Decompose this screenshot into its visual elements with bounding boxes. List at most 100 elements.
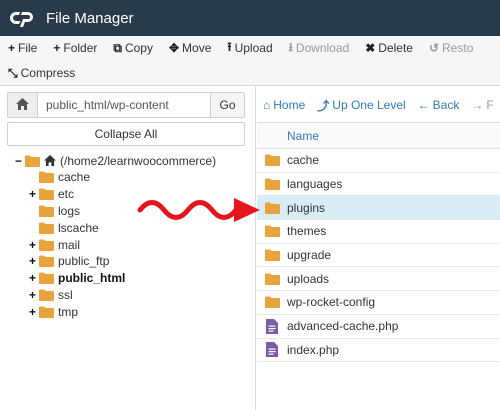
tree-item-ssl[interactable]: + ssl xyxy=(28,286,73,303)
tree-item-home2-learnwoocommerce[interactable]: − (/home2/learnwoocommerce) xyxy=(14,152,216,169)
back-nav-button[interactable]: ← Back xyxy=(412,98,466,112)
tree-item-label: mail xyxy=(58,237,81,252)
file-name: uploads xyxy=(287,271,330,286)
table-row[interactable]: languages xyxy=(257,173,500,197)
file-table: Name cache languages plugins themes upgrade u… xyxy=(257,122,500,363)
collapse-toggle-icon[interactable]: − xyxy=(14,154,23,168)
table-row[interactable]: index.php xyxy=(257,339,500,363)
tree-item-lscache[interactable]: lscache xyxy=(28,219,99,236)
app-title: File Manager xyxy=(46,9,134,27)
table-row[interactable]: plugins xyxy=(257,196,500,221)
path-bar: Go xyxy=(7,92,245,118)
up-level-icon: ⤴ xyxy=(317,98,330,113)
file-name: languages xyxy=(287,177,343,192)
home-path-button[interactable] xyxy=(8,93,38,117)
home-icon xyxy=(44,155,56,166)
plus-icon: + xyxy=(8,41,16,55)
expand-toggle-icon[interactable]: + xyxy=(28,271,37,285)
folder-icon xyxy=(257,154,287,167)
restore-icon: ↺ xyxy=(428,41,440,55)
tree-item-label: lscache xyxy=(58,220,99,235)
f-nav-button[interactable]: → F xyxy=(465,98,499,112)
folder-button[interactable]: + Folder xyxy=(45,36,105,60)
toolbar-row: + File + Folder ⧉ Copy ✥ Move ⭱ Upload ⭳ Download ✖ D… xyxy=(0,36,481,60)
move-icon: ✥ xyxy=(168,41,180,55)
toolbar-button-label: Resto xyxy=(442,41,474,55)
tree-item-label: logs xyxy=(58,203,81,218)
folder-icon xyxy=(39,255,54,268)
upload-icon: ⭱ xyxy=(227,39,232,54)
nav-button-label: Back xyxy=(432,98,460,112)
up-one-level-nav-button[interactable]: ⤴ Up One Level xyxy=(311,97,411,114)
folder-icon xyxy=(39,239,54,251)
table-row[interactable]: wp-rocket-config xyxy=(257,291,500,315)
tree-item-public_ftp[interactable]: + public_ftp xyxy=(28,253,109,270)
forward-icon: → xyxy=(471,98,484,112)
nav-button-label: Home xyxy=(273,98,306,112)
toolbar-button-label: File xyxy=(18,41,38,55)
expand-toggle-icon[interactable]: + xyxy=(28,305,37,319)
nav-button-label: Up One Level xyxy=(332,98,406,112)
folder-icon xyxy=(39,222,54,234)
move-button[interactable]: ✥ Move xyxy=(161,36,219,60)
copy-icon: ⧉ xyxy=(113,40,122,55)
file-name: index.php xyxy=(287,342,340,357)
expand-toggle-icon[interactable]: + xyxy=(28,254,37,268)
tree-item-tmp[interactable]: + tmp xyxy=(28,303,78,320)
home-nav-button[interactable]: ⌂ Home xyxy=(257,98,311,112)
name-column-header[interactable]: Name xyxy=(257,123,500,149)
cpanel-logo-icon xyxy=(10,7,38,29)
go-button[interactable]: Go xyxy=(210,93,244,117)
nav-button-label: F xyxy=(486,98,494,112)
download-icon: ⭳ xyxy=(288,39,293,54)
tree-item-label: (/home2/learnwoocommerce) xyxy=(60,153,217,168)
compress-icon: ⤡ xyxy=(8,65,18,80)
upload-button[interactable]: ⭱ Upload xyxy=(219,36,280,60)
table-row[interactable]: advanced-cache.php xyxy=(257,315,500,339)
file-name: upgrade xyxy=(287,248,332,263)
tree-item-label: tmp xyxy=(58,304,79,319)
file-button[interactable]: + File xyxy=(0,36,45,60)
toolbar-button-label: Compress xyxy=(20,66,76,80)
navigation-bar: ⌂ Home ⤴ Up One Level ← Back → F xyxy=(257,90,500,120)
path-input[interactable] xyxy=(38,93,210,117)
table-row[interactable]: cache xyxy=(257,149,500,173)
folder-icon xyxy=(39,188,54,201)
toolbar-button-label: Upload xyxy=(234,41,273,55)
expand-toggle-icon[interactable]: + xyxy=(28,288,37,302)
copy-button[interactable]: ⧉ Copy xyxy=(105,36,161,60)
tree-item-etc[interactable]: + etc xyxy=(28,186,74,203)
expand-toggle-icon[interactable]: + xyxy=(28,238,37,252)
folder-icon xyxy=(257,296,287,309)
delete-button[interactable]: ✖ Delete xyxy=(357,36,421,60)
folder-icon xyxy=(39,306,54,318)
top-bar: File Manager xyxy=(0,0,500,36)
collapse-all-button[interactable]: Collapse All xyxy=(7,122,245,146)
back-icon: ← xyxy=(417,98,430,112)
file-name: advanced-cache.php xyxy=(287,319,399,334)
tree-item-logs[interactable]: logs xyxy=(28,202,80,219)
table-row[interactable]: uploads xyxy=(257,267,500,292)
delete-icon: ✖ xyxy=(365,41,376,55)
php-file-icon xyxy=(257,342,287,358)
tree-item-cache[interactable]: cache xyxy=(28,169,90,186)
table-row[interactable]: upgrade xyxy=(257,244,500,268)
compress-button[interactable]: ⤡ Compress xyxy=(0,61,83,85)
name-column-label: Name xyxy=(287,128,320,143)
tree-item-mail[interactable]: + mail xyxy=(28,236,80,253)
php-file-icon xyxy=(257,318,287,334)
tree-item-label: cache xyxy=(58,170,91,185)
directory-panel: Go Collapse All − (/home2/learnwoocommerc… xyxy=(0,86,256,410)
download-button[interactable]: ⭳ Download xyxy=(281,36,358,60)
file-name: wp-rocket-config xyxy=(287,295,376,310)
toolbar-button-label: Download xyxy=(295,41,350,55)
folder-icon xyxy=(39,205,54,217)
folder-icon xyxy=(257,249,287,262)
table-row[interactable]: themes xyxy=(257,220,500,244)
expand-toggle-icon[interactable]: + xyxy=(28,187,37,201)
tree-item-label: ssl xyxy=(58,287,73,302)
folder-icon xyxy=(257,178,287,191)
tree-item-public_html[interactable]: + public_html xyxy=(28,270,125,287)
resto-button[interactable]: ↺ Resto xyxy=(421,36,481,60)
plus-icon: + xyxy=(53,41,61,55)
